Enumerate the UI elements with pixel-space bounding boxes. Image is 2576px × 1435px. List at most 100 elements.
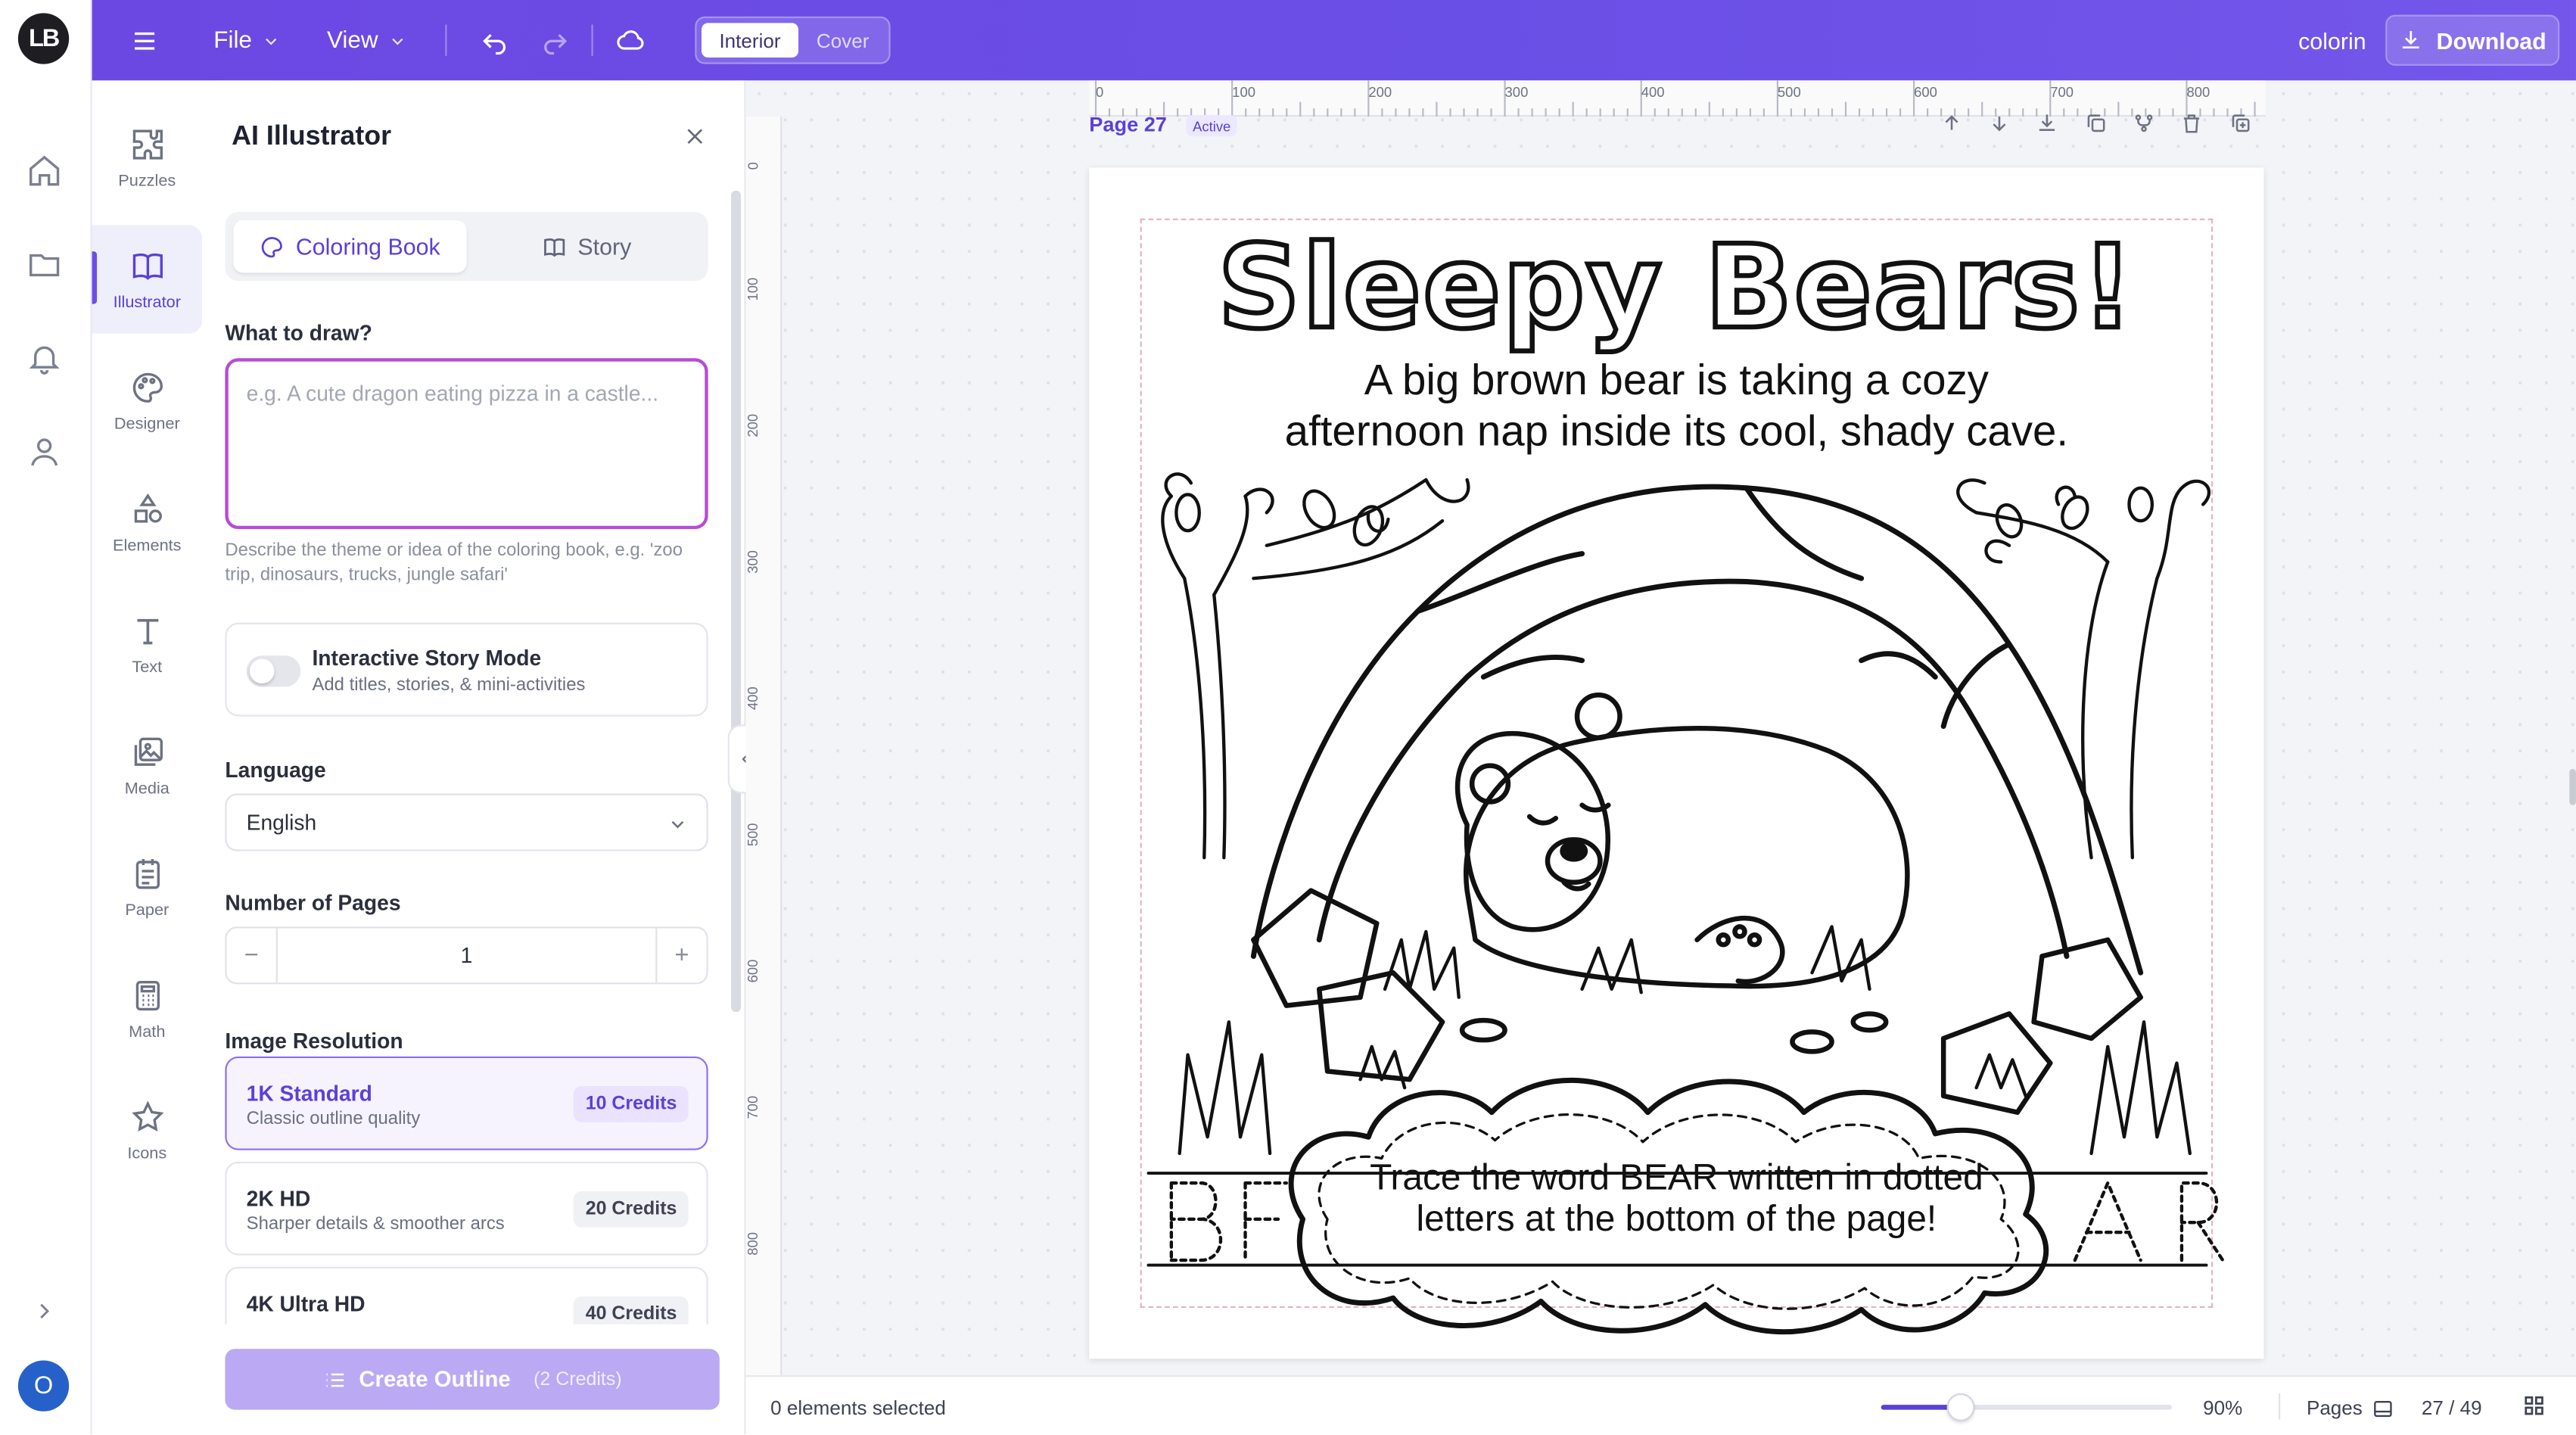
- folder-icon[interactable]: [26, 247, 63, 283]
- pages-stepper: − 1 +: [225, 926, 708, 985]
- cloud-save-icon[interactable]: [616, 0, 646, 80]
- artwork-subtitle[interactable]: A big brown bear is taking a cozy aftern…: [1155, 355, 2198, 457]
- top-toolbar: File View Interior Cover colorin Downloa…: [92, 0, 2576, 81]
- expand-sidebar-icon[interactable]: [31, 1298, 58, 1324]
- tool-illustrator[interactable]: Illustrator: [92, 225, 203, 334]
- ruler-tick-label: 0: [1095, 83, 1104, 101]
- artwork-title[interactable]: Sleepy Bears!: [1089, 218, 2263, 358]
- decrement-button[interactable]: −: [227, 928, 278, 983]
- rocks: [1251, 888, 2143, 1115]
- story-mode-card: Interactive Story Mode Add titles, stori…: [225, 622, 708, 717]
- page-27[interactable]: Sleepy Bears! A big brown bear is taking…: [1089, 167, 2264, 1359]
- zoom-value[interactable]: 90%: [2203, 1396, 2242, 1419]
- cloud-line-1: Trace the word BEAR written in dotted: [1370, 1156, 1983, 1198]
- cloud-instruction[interactable]: Trace the word BEAR written in dotted le…: [1319, 1156, 2033, 1239]
- image-icon: [133, 736, 162, 765]
- redo-icon[interactable]: [540, 0, 570, 80]
- book-icon: [132, 252, 162, 279]
- paper-icon: [135, 858, 159, 889]
- tab-coloring-book[interactable]: Coloring Book: [233, 219, 467, 273]
- project-name[interactable]: colorin: [2298, 0, 2366, 80]
- draw-prompt-input[interactable]: e.g. A cute dragon eating pizza in a cas…: [225, 358, 708, 530]
- hamburger-icon[interactable]: [130, 0, 160, 80]
- mode-tabs: Coloring Book Story: [225, 212, 708, 282]
- tab-story[interactable]: Story: [471, 220, 702, 272]
- puzzle-icon: [132, 129, 162, 159]
- tool-designer[interactable]: Designer: [92, 347, 202, 455]
- story-mode-toggle[interactable]: [246, 655, 301, 687]
- pages-count-label: Number of Pages: [225, 890, 401, 916]
- language-select[interactable]: English: [225, 793, 708, 851]
- user-avatar[interactable]: O: [17, 1360, 70, 1412]
- selection-status: 0 elements selected: [770, 1396, 946, 1420]
- ruler-tick-label: 100: [1232, 83, 1255, 101]
- credits-badge: 10 Credits: [574, 1085, 689, 1122]
- book-icon: [543, 237, 565, 257]
- tool-math[interactable]: Math: [92, 954, 202, 1063]
- page-counter: 27 / 49: [2421, 1396, 2482, 1420]
- ruler-tick-label: 0: [745, 162, 761, 170]
- subtitle-line-2: afternoon nap inside its cool, shady cav…: [1284, 406, 2069, 456]
- download-button[interactable]: Download: [2385, 14, 2560, 66]
- home-icon[interactable]: [26, 153, 63, 189]
- branch-icon[interactable]: [2133, 112, 2159, 139]
- tool-icons[interactable]: Icons: [92, 1076, 202, 1184]
- view-menu[interactable]: View: [327, 0, 406, 80]
- tool-puzzles[interactable]: Puzzles: [92, 104, 202, 212]
- app-root: LB O File View Interior Cover colorin Do…: [0, 0, 2576, 1435]
- pages-value[interactable]: 1: [278, 929, 655, 983]
- ruler-tick-label: 800: [744, 1231, 761, 1256]
- create-credits: (2 Credits): [534, 1369, 622, 1390]
- right-panel-handle[interactable]: [2569, 768, 2576, 805]
- resolution-subtitle: Classic outline quality: [246, 1109, 421, 1129]
- seg-cover[interactable]: Cover: [800, 23, 885, 58]
- undo-icon[interactable]: [480, 0, 509, 80]
- ruler-tick-label: 400: [1641, 83, 1665, 101]
- close-icon[interactable]: [683, 125, 706, 148]
- sleeping-bear: [1454, 693, 1910, 989]
- panel-scrollbar[interactable]: [731, 190, 742, 1013]
- download-icon[interactable]: [2036, 112, 2062, 139]
- tool-media[interactable]: Media: [92, 711, 202, 820]
- app-logo[interactable]: LB: [17, 13, 70, 64]
- file-menu[interactable]: File: [213, 0, 280, 80]
- ruler-tick-label: 500: [1777, 83, 1801, 101]
- panel-title: AI Illustrator: [232, 121, 392, 151]
- resolution-option-2k[interactable]: 2K HD Sharper details & smoother arcs 20…: [225, 1161, 708, 1256]
- trash-icon[interactable]: [2180, 112, 2207, 139]
- arrow-up-icon[interactable]: [1940, 112, 1967, 139]
- create-label: Create Outline: [359, 1367, 511, 1392]
- user-icon[interactable]: [26, 434, 63, 470]
- pages-toggle[interactable]: Pages: [2307, 1396, 2394, 1420]
- language-value: English: [246, 810, 317, 835]
- status-divider: [2279, 1393, 2281, 1420]
- resolution-option-1k[interactable]: 1K Standard Classic outline quality 10 C…: [225, 1056, 708, 1150]
- view-menu-label: View: [327, 26, 378, 54]
- resolution-title: 4K Ultra HD: [246, 1291, 366, 1316]
- tool-elements[interactable]: Elements: [92, 468, 202, 577]
- interior-cover-switch: Interior Cover: [695, 16, 891, 64]
- tool-label: Elements: [113, 536, 182, 555]
- add-page-icon[interactable]: [2229, 112, 2256, 139]
- grid-view-icon[interactable]: [2522, 1393, 2546, 1418]
- zoom-slider[interactable]: [1881, 1393, 2172, 1421]
- seg-interior[interactable]: Interior: [701, 23, 799, 58]
- tool-label: Media: [124, 780, 170, 798]
- language-label: Language: [225, 757, 326, 783]
- create-outline-button[interactable]: Create Outline (2 Credits): [225, 1349, 720, 1410]
- bell-icon[interactable]: [26, 340, 63, 376]
- tool-paper[interactable]: Paper: [92, 833, 202, 942]
- file-menu-label: File: [213, 26, 252, 54]
- increment-button[interactable]: +: [655, 928, 706, 983]
- palette-icon: [261, 236, 282, 257]
- subtitle-line-1: A big brown bear is taking a cozy: [1364, 354, 1989, 405]
- resolution-title: 1K Standard: [246, 1081, 372, 1107]
- cloud-line-2: letters at the bottom of the page!: [1416, 1197, 1937, 1239]
- duplicate-icon[interactable]: [2085, 112, 2111, 139]
- arrow-down-icon[interactable]: [1988, 112, 2014, 139]
- resolution-title: 2K HD: [246, 1186, 311, 1211]
- zoom-slider-thumb[interactable]: [1946, 1393, 1974, 1421]
- tool-text[interactable]: Text: [92, 590, 202, 698]
- ruler-tick-label: 500: [744, 823, 761, 847]
- tool-label: Math: [129, 1023, 166, 1041]
